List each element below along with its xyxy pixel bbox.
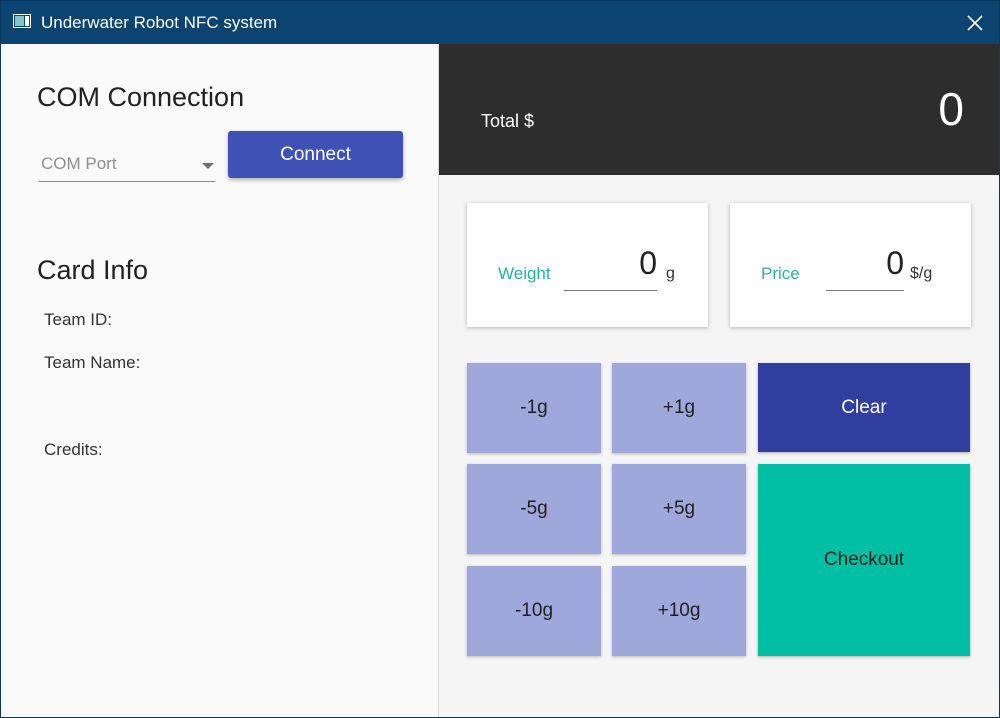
window-title: Underwater Robot NFC system bbox=[41, 13, 278, 32]
team-name-label: Team Name: bbox=[44, 353, 141, 372]
weight-input[interactable]: 0 bbox=[564, 245, 657, 291]
minus-1g-button[interactable]: -1g bbox=[467, 363, 601, 453]
close-icon bbox=[967, 14, 983, 31]
weight-card: Weight 0 g bbox=[467, 203, 708, 327]
app-icon-pane-left bbox=[15, 16, 24, 26]
connection-panel: COM Connection COM Port Connect Card Inf… bbox=[1, 44, 439, 717]
total-label: Total $ bbox=[481, 111, 535, 131]
connect-button[interactable]: Connect bbox=[228, 131, 403, 178]
plus-10g-button[interactable]: +10g bbox=[612, 566, 746, 656]
plus-1g-button[interactable]: +1g bbox=[612, 363, 746, 453]
checkout-panel: Total $ 0 Weight 0 g Price 0 $/g -1g +1g… bbox=[439, 44, 999, 717]
minus-10g-button[interactable]: -10g bbox=[467, 566, 601, 656]
com-port-select[interactable]: COM Port bbox=[39, 149, 215, 182]
weight-label: Weight bbox=[498, 264, 551, 283]
minus-5g-button[interactable]: -5g bbox=[467, 464, 601, 554]
card-info-heading: Card Info bbox=[37, 255, 149, 285]
price-card: Price 0 $/g bbox=[730, 203, 971, 327]
app-icon-pane-right bbox=[25, 16, 29, 26]
price-unit: $/g bbox=[910, 265, 933, 282]
plus-5g-button[interactable]: +5g bbox=[612, 464, 746, 554]
team-id-label: Team ID: bbox=[44, 310, 113, 329]
title-bar: Underwater Robot NFC system bbox=[1, 1, 999, 44]
checkout-button[interactable]: Checkout bbox=[758, 464, 970, 656]
total-bar: Total $ 0 bbox=[439, 44, 999, 175]
com-connection-heading: COM Connection bbox=[37, 82, 245, 112]
caret-down-icon bbox=[202, 163, 214, 169]
weight-unit: g bbox=[666, 265, 675, 282]
price-label: Price bbox=[761, 264, 800, 283]
app-window: Underwater Robot NFC system COM Connecti… bbox=[0, 0, 1000, 718]
clear-button[interactable]: Clear bbox=[758, 363, 970, 452]
price-input[interactable]: 0 bbox=[826, 245, 904, 291]
com-port-placeholder: COM Port bbox=[41, 154, 117, 173]
app-window-icon bbox=[13, 14, 31, 28]
total-value: 0 bbox=[938, 83, 964, 135]
close-button[interactable] bbox=[952, 1, 998, 44]
credits-label: Credits: bbox=[44, 440, 103, 459]
